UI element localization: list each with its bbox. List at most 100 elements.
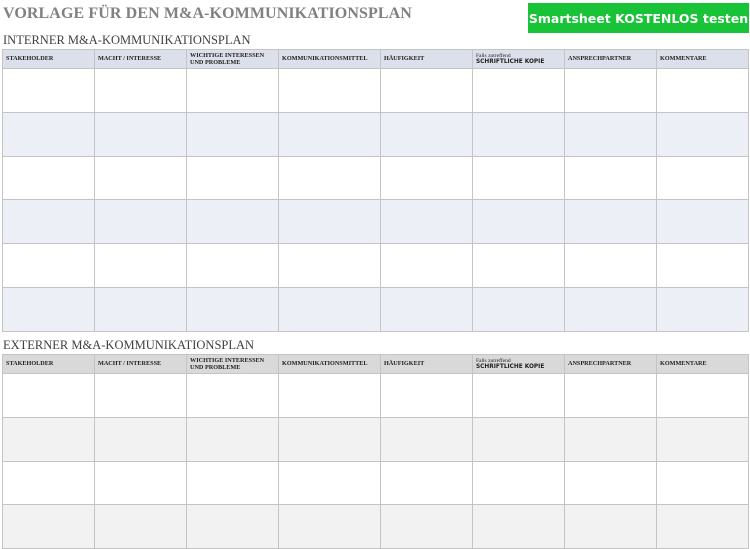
column-header-stakeholder: STAKEHOLDER (2, 354, 95, 374)
page-title: VORLAGE FÜR DEN M&A-KOMMUNIKATIONSPLAN (3, 5, 412, 22)
table-cell[interactable] (186, 373, 279, 418)
table-row (2, 199, 749, 245)
table-cell[interactable] (564, 373, 657, 418)
table-cell[interactable] (380, 111, 473, 157)
table-cell[interactable] (472, 68, 565, 113)
table-cell[interactable] (380, 504, 473, 549)
table-cell[interactable] (186, 111, 279, 157)
table-cell[interactable] (472, 199, 565, 245)
column-header-channel: KOMMUNIKATIONSMITTEL (278, 49, 381, 69)
table-cell[interactable] (2, 243, 95, 288)
table-cell[interactable] (94, 416, 187, 462)
table-cell[interactable] (94, 460, 187, 506)
table-cell[interactable] (94, 243, 187, 288)
table-cell[interactable] (278, 68, 381, 113)
table-cell[interactable] (564, 111, 657, 157)
table-cell[interactable] (380, 460, 473, 506)
table-cell[interactable] (656, 243, 749, 288)
column-header-stakeholder: STAKEHOLDER (2, 49, 95, 69)
table-cell[interactable] (472, 504, 565, 549)
table-cell[interactable] (380, 68, 473, 113)
table-cell[interactable] (656, 68, 749, 113)
table-cell[interactable] (656, 155, 749, 201)
table-cell[interactable] (472, 155, 565, 201)
table-cell[interactable] (380, 243, 473, 288)
table-cell[interactable] (94, 111, 187, 157)
table-cell[interactable] (564, 416, 657, 462)
column-header-comments: KOMMENTARE (656, 354, 749, 374)
table-cell[interactable] (380, 199, 473, 245)
try-smartsheet-button[interactable]: Smartsheet KOSTENLOS testen (528, 3, 749, 33)
table-cell[interactable] (278, 111, 381, 157)
table-cell[interactable] (380, 155, 473, 201)
table-cell[interactable] (2, 504, 95, 549)
table-cell[interactable] (380, 373, 473, 418)
table-cell[interactable] (94, 155, 187, 201)
table-cell[interactable] (278, 155, 381, 201)
copy-label: SCHRIFTLICHE KOPIE (476, 363, 545, 370)
table-cell[interactable] (278, 504, 381, 549)
table-cell[interactable] (472, 243, 565, 288)
column-header-frequency: HÄUFIGKEIT (380, 354, 473, 374)
table-cell[interactable] (186, 243, 279, 288)
table-cell[interactable] (94, 373, 187, 418)
table-cell[interactable] (2, 111, 95, 157)
table-cell[interactable] (2, 373, 95, 418)
table-cell[interactable] (564, 199, 657, 245)
table-cell[interactable] (186, 416, 279, 462)
table-cell[interactable] (656, 111, 749, 157)
table-cell[interactable] (278, 460, 381, 506)
table-cell[interactable] (278, 286, 381, 332)
table-cell[interactable] (472, 111, 565, 157)
table-row (2, 68, 749, 113)
table-cell[interactable] (656, 373, 749, 418)
table-cell[interactable] (94, 286, 187, 332)
external-plan-table: STAKEHOLDER MACHT / INTERESSE WICHTIGE I… (2, 354, 749, 549)
table-cell[interactable] (278, 373, 381, 418)
table-row (2, 416, 749, 462)
table-cell[interactable] (186, 286, 279, 332)
table-cell[interactable] (2, 460, 95, 506)
table-cell[interactable] (186, 155, 279, 201)
table-cell[interactable] (656, 416, 749, 462)
column-header-contact: ANSPRECHPARTNER (564, 49, 657, 69)
column-header-comments: KOMMENTARE (656, 49, 749, 69)
table-cell[interactable] (564, 504, 657, 549)
table-cell[interactable] (186, 199, 279, 245)
table-cell[interactable] (2, 416, 95, 462)
table-cell[interactable] (564, 460, 657, 506)
table-cell[interactable] (656, 199, 749, 245)
column-header-power: MACHT / INTERESSE (94, 354, 187, 374)
table-cell[interactable] (186, 504, 279, 549)
column-header-interests: WICHTIGE INTERESSEN UND PROBLEME (186, 354, 279, 374)
table-row (2, 373, 749, 418)
table-cell[interactable] (564, 243, 657, 288)
table-cell[interactable] (380, 286, 473, 332)
table-cell[interactable] (278, 199, 381, 245)
table-cell[interactable] (2, 68, 95, 113)
table-cell[interactable] (2, 286, 95, 332)
table-cell[interactable] (94, 68, 187, 113)
table-header-row: STAKEHOLDER MACHT / INTERESSE WICHTIGE I… (2, 354, 749, 374)
table-cell[interactable] (472, 373, 565, 418)
table-cell[interactable] (564, 286, 657, 332)
table-cell[interactable] (2, 155, 95, 201)
table-cell[interactable] (472, 286, 565, 332)
table-cell[interactable] (656, 286, 749, 332)
table-cell[interactable] (472, 416, 565, 462)
table-cell[interactable] (186, 460, 279, 506)
table-cell[interactable] (2, 199, 95, 245)
table-cell[interactable] (564, 155, 657, 201)
table-cell[interactable] (656, 460, 749, 506)
table-cell[interactable] (380, 416, 473, 462)
table-cell[interactable] (472, 460, 565, 506)
table-cell[interactable] (278, 243, 381, 288)
table-cell[interactable] (94, 199, 187, 245)
table-cell[interactable] (278, 416, 381, 462)
table-cell[interactable] (94, 504, 187, 549)
table-cell[interactable] (564, 68, 657, 113)
table-cell[interactable] (656, 504, 749, 549)
table-row (2, 286, 749, 332)
table-row (2, 460, 749, 506)
table-cell[interactable] (186, 68, 279, 113)
